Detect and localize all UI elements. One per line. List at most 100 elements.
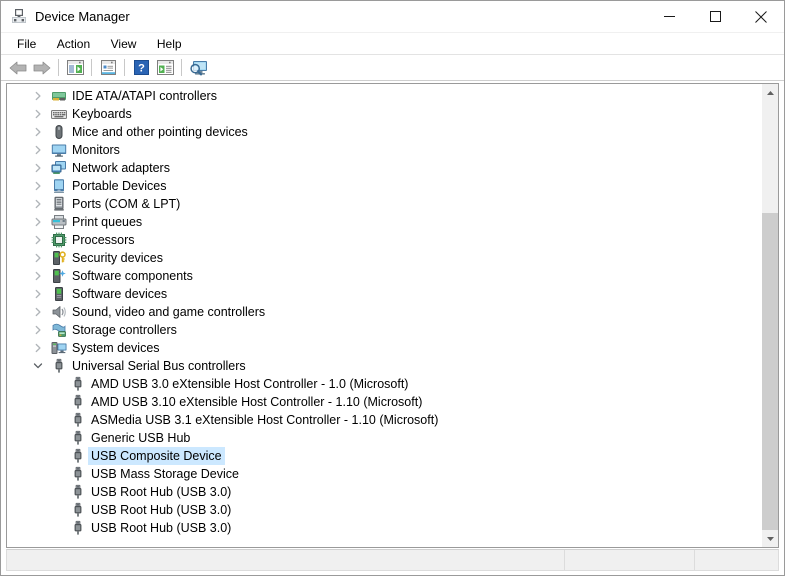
tree-row[interactable]: Software devices bbox=[7, 285, 761, 303]
close-icon bbox=[755, 11, 767, 23]
status-pane-secondary bbox=[565, 550, 695, 570]
tree-row[interactable]: System devices bbox=[7, 339, 761, 357]
menu-item-help[interactable]: Help bbox=[149, 33, 190, 55]
help-button[interactable]: ? bbox=[129, 57, 153, 79]
tree-row-label: Network adapters bbox=[72, 159, 170, 177]
tree-row[interactable]: Print queues bbox=[7, 213, 761, 231]
tree-row[interactable]: Processors bbox=[7, 231, 761, 249]
tree-row[interactable]: IDE ATA/ATAPI controllers bbox=[7, 87, 761, 105]
usb-icon bbox=[51, 358, 67, 374]
console-tree-icon bbox=[67, 60, 84, 75]
chevron-right-icon[interactable] bbox=[32, 105, 44, 123]
chevron-right-icon bbox=[33, 145, 43, 155]
chevron-right-icon[interactable] bbox=[32, 231, 44, 249]
tree-row[interactable]: USB Root Hub (USB 3.0) bbox=[7, 519, 761, 537]
maximize-icon bbox=[710, 11, 721, 22]
mouse-icon bbox=[51, 124, 67, 140]
processor-icon bbox=[51, 232, 67, 248]
tree-row-selected[interactable]: USB Composite Device bbox=[7, 447, 761, 465]
chevron-right-icon bbox=[33, 163, 43, 173]
tree-row[interactable]: Portable Devices bbox=[7, 177, 761, 195]
back-button[interactable] bbox=[6, 57, 30, 79]
usb-icon bbox=[70, 502, 86, 518]
chevron-right-icon[interactable] bbox=[32, 123, 44, 141]
tree-row[interactable]: USB Root Hub (USB 3.0) bbox=[7, 483, 761, 501]
chevron-right-icon[interactable] bbox=[32, 267, 44, 285]
chevron-right-icon[interactable] bbox=[32, 159, 44, 177]
forward-arrow-icon bbox=[33, 61, 51, 75]
vertical-scrollbar[interactable] bbox=[761, 84, 778, 547]
scroll-down-button[interactable] bbox=[762, 530, 779, 547]
tree-row[interactable]: USB Mass Storage Device bbox=[7, 465, 761, 483]
chevron-right-icon[interactable] bbox=[32, 177, 44, 195]
chevron-right-icon[interactable] bbox=[32, 141, 44, 159]
tree-row-label: IDE ATA/ATAPI controllers bbox=[72, 87, 217, 105]
minimize-button[interactable] bbox=[646, 1, 692, 32]
tree-row[interactable]: AMD USB 3.10 eXtensible Host Controller … bbox=[7, 393, 761, 411]
usb-icon bbox=[70, 430, 86, 446]
title-bar: Device Manager bbox=[1, 1, 784, 33]
update-driver-icon bbox=[157, 60, 174, 75]
tree-row-label: Ports (COM & LPT) bbox=[72, 195, 180, 213]
tree-row-label: Monitors bbox=[72, 141, 120, 159]
chevron-right-icon[interactable] bbox=[32, 195, 44, 213]
tree-row-label: ASMedia USB 3.1 eXtensible Host Controll… bbox=[91, 411, 438, 429]
vertical-scrollbar-thumb[interactable] bbox=[762, 213, 779, 533]
maximize-button[interactable] bbox=[692, 1, 738, 32]
portable-device-icon bbox=[51, 178, 67, 194]
device-tree[interactable]: IDE ATA/ATAPI controllersKeyboardsMice a… bbox=[7, 84, 761, 547]
chevron-right-icon bbox=[33, 307, 43, 317]
tree-row[interactable]: Monitors bbox=[7, 141, 761, 159]
usb-icon bbox=[70, 394, 86, 410]
tree-row[interactable]: Network adapters bbox=[7, 159, 761, 177]
chevron-down-icon[interactable] bbox=[32, 357, 44, 375]
tree-row[interactable]: Storage controllers bbox=[7, 321, 761, 339]
chevron-right-icon[interactable] bbox=[32, 303, 44, 321]
menu-item-action[interactable]: Action bbox=[49, 33, 98, 55]
close-button[interactable] bbox=[738, 1, 784, 32]
tree-row[interactable]: Universal Serial Bus controllers bbox=[7, 357, 761, 375]
printer-icon bbox=[51, 214, 67, 230]
properties-icon bbox=[100, 60, 117, 75]
tree-row-label: USB Mass Storage Device bbox=[91, 465, 239, 483]
chevron-right-icon bbox=[33, 235, 43, 245]
menu-item-file[interactable]: File bbox=[9, 33, 44, 55]
tree-row[interactable]: Generic USB Hub bbox=[7, 429, 761, 447]
chevron-right-icon[interactable] bbox=[32, 321, 44, 339]
update-driver-button[interactable] bbox=[153, 57, 177, 79]
tree-row[interactable]: Sound, video and game controllers bbox=[7, 303, 761, 321]
tree-row[interactable]: Software components bbox=[7, 267, 761, 285]
tree-row-label: Software devices bbox=[72, 285, 167, 303]
monitor-icon bbox=[51, 142, 67, 158]
window-title: Device Manager bbox=[35, 7, 130, 26]
tree-row[interactable]: USB Root Hub (USB 3.0) bbox=[7, 501, 761, 519]
chevron-right-icon[interactable] bbox=[32, 249, 44, 267]
scroll-up-button[interactable] bbox=[762, 84, 779, 101]
scroll-down-icon bbox=[766, 536, 775, 542]
tree-row[interactable]: Mice and other pointing devices bbox=[7, 123, 761, 141]
sound-controller-icon bbox=[51, 304, 67, 320]
tree-row[interactable]: Ports (COM & LPT) bbox=[7, 195, 761, 213]
back-arrow-icon bbox=[9, 61, 27, 75]
forward-button[interactable] bbox=[30, 57, 54, 79]
tree-row[interactable]: AMD USB 3.0 eXtensible Host Controller -… bbox=[7, 375, 761, 393]
properties-button[interactable] bbox=[96, 57, 120, 79]
usb-icon bbox=[70, 448, 86, 464]
tree-row[interactable]: Keyboards bbox=[7, 105, 761, 123]
usb-icon bbox=[70, 466, 86, 482]
tree-row[interactable]: Security devices bbox=[7, 249, 761, 267]
scan-hardware-changes-button[interactable] bbox=[186, 57, 210, 79]
tree-row-label: USB Composite Device bbox=[88, 447, 225, 465]
menu-item-view[interactable]: View bbox=[103, 33, 145, 55]
show-hide-console-tree-button[interactable] bbox=[63, 57, 87, 79]
chevron-right-icon[interactable] bbox=[32, 213, 44, 231]
chevron-right-icon[interactable] bbox=[32, 285, 44, 303]
chevron-right-icon[interactable] bbox=[32, 87, 44, 105]
tree-row-label: Generic USB Hub bbox=[91, 429, 190, 447]
usb-icon bbox=[70, 412, 86, 428]
chevron-right-icon[interactable] bbox=[32, 339, 44, 357]
chevron-right-icon bbox=[33, 271, 43, 281]
tree-row[interactable]: ASMedia USB 3.1 eXtensible Host Controll… bbox=[7, 411, 761, 429]
storage-controller-icon bbox=[51, 322, 67, 338]
tree-row-label: Security devices bbox=[72, 249, 163, 267]
